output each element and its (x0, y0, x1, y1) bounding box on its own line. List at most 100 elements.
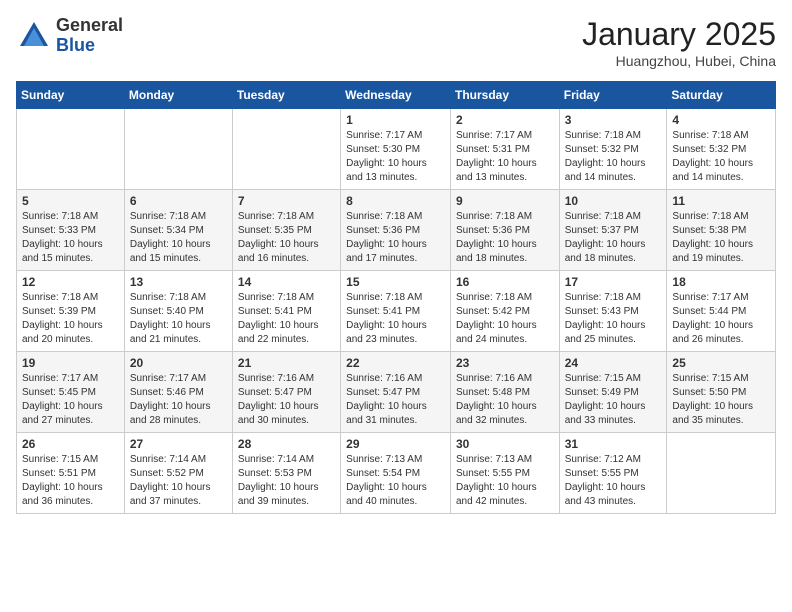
day-number: 4 (672, 113, 770, 127)
day-number: 26 (22, 437, 119, 451)
day-number: 3 (565, 113, 662, 127)
calendar-cell: 9Sunrise: 7:18 AMSunset: 5:36 PMDaylight… (450, 190, 559, 271)
day-number: 30 (456, 437, 554, 451)
logo-icon (16, 18, 52, 54)
day-detail: Sunrise: 7:18 AMSunset: 5:33 PMDaylight:… (22, 210, 119, 266)
day-number: 1 (346, 113, 445, 127)
day-detail: Sunrise: 7:18 AMSunset: 5:42 PMDaylight:… (456, 291, 554, 347)
day-number: 8 (346, 194, 445, 208)
logo-text: General Blue (56, 16, 123, 56)
day-number: 27 (130, 437, 227, 451)
day-detail: Sunrise: 7:18 AMSunset: 5:39 PMDaylight:… (22, 291, 119, 347)
month-title: January 2025 (582, 16, 776, 53)
day-detail: Sunrise: 7:12 AMSunset: 5:55 PMDaylight:… (565, 453, 662, 509)
weekday-header: Saturday (667, 82, 776, 109)
day-number: 15 (346, 275, 445, 289)
day-detail: Sunrise: 7:18 AMSunset: 5:36 PMDaylight:… (346, 210, 445, 266)
day-detail: Sunrise: 7:18 AMSunset: 5:32 PMDaylight:… (565, 129, 662, 185)
day-number: 13 (130, 275, 227, 289)
calendar-cell: 30 Sunrise: 7:13 AMSunset: 5:55 PMDayligh… (450, 433, 559, 514)
calendar-cell: 15 Sunrise: 7:18 AMSunset: 5:41 PMDayligh… (341, 271, 451, 352)
day-detail: Sunrise: 7:17 AMSunset: 5:46 PMDaylight:… (130, 372, 227, 428)
day-detail: Sunrise: 7:17 AMSunset: 5:31 PMDaylight:… (456, 129, 554, 185)
day-number: 11 (672, 194, 770, 208)
day-number: 5 (22, 194, 119, 208)
day-number: 14 (238, 275, 335, 289)
calendar-cell: 17Sunrise: 7:18 AMSunset: 5:43 PMDayligh… (559, 271, 667, 352)
calendar-cell: 16 Sunrise: 7:18 AMSunset: 5:42 PMDayligh… (450, 271, 559, 352)
day-detail: Sunrise: 7:16 AMSunset: 5:47 PMDaylight:… (238, 372, 335, 428)
page-header: General Blue January 2025 Huangzhou, Hub… (16, 16, 776, 69)
calendar-week-row: 26 Sunrise: 7:15 AMSunset: 5:51 PMDayligh… (17, 433, 776, 514)
calendar-cell: 28 Sunrise: 7:14 AMSunset: 5:53 PMDayligh… (232, 433, 340, 514)
calendar-week-row: 19 Sunrise: 7:17 AMSunset: 5:45 PMDayligh… (17, 352, 776, 433)
day-detail: Sunrise: 7:16 AMSunset: 5:48 PMDaylight:… (456, 372, 554, 428)
calendar-cell (124, 109, 232, 190)
day-number: 25 (672, 356, 770, 370)
calendar-cell: 4Sunrise: 7:18 AMSunset: 5:32 PMDaylight… (667, 109, 776, 190)
day-detail: Sunrise: 7:18 AMSunset: 5:38 PMDaylight:… (672, 210, 770, 266)
day-number: 22 (346, 356, 445, 370)
day-number: 31 (565, 437, 662, 451)
day-detail: Sunrise: 7:16 AMSunset: 5:47 PMDaylight:… (346, 372, 445, 428)
day-number: 24 (565, 356, 662, 370)
day-number: 20 (130, 356, 227, 370)
calendar-cell: 22 Sunrise: 7:16 AMSunset: 5:47 PMDayligh… (341, 352, 451, 433)
day-number: 19 (22, 356, 119, 370)
calendar-cell: 19 Sunrise: 7:17 AMSunset: 5:45 PMDayligh… (17, 352, 125, 433)
day-number: 10 (565, 194, 662, 208)
day-detail: Sunrise: 7:17 AMSunset: 5:44 PMDaylight:… (672, 291, 770, 347)
calendar-cell: 2 Sunrise: 7:17 AMSunset: 5:31 PMDaylight… (450, 109, 559, 190)
day-detail: Sunrise: 7:18 AMSunset: 5:40 PMDaylight:… (130, 291, 227, 347)
calendar-cell: 21 Sunrise: 7:16 AMSunset: 5:47 PMDayligh… (232, 352, 340, 433)
day-number: 2 (456, 113, 554, 127)
day-number: 6 (130, 194, 227, 208)
day-detail: Sunrise: 7:14 AMSunset: 5:52 PMDaylight:… (130, 453, 227, 509)
calendar-cell: 3 Sunrise: 7:18 AMSunset: 5:32 PMDaylight… (559, 109, 667, 190)
day-detail: Sunrise: 7:14 AMSunset: 5:53 PMDaylight:… (238, 453, 335, 509)
day-number: 28 (238, 437, 335, 451)
day-number: 12 (22, 275, 119, 289)
day-number: 9 (456, 194, 554, 208)
calendar-cell: 7Sunrise: 7:18 AMSunset: 5:35 PMDaylight… (232, 190, 340, 271)
calendar-cell: 18 Sunrise: 7:17 AMSunset: 5:44 PMDayligh… (667, 271, 776, 352)
day-number: 21 (238, 356, 335, 370)
weekday-header: Tuesday (232, 82, 340, 109)
logo: General Blue (16, 16, 123, 56)
day-detail: Sunrise: 7:15 AMSunset: 5:51 PMDaylight:… (22, 453, 119, 509)
calendar-cell: 6Sunrise: 7:18 AMSunset: 5:34 PMDaylight… (124, 190, 232, 271)
day-detail: Sunrise: 7:18 AMSunset: 5:37 PMDaylight:… (565, 210, 662, 266)
day-detail: Sunrise: 7:13 AMSunset: 5:55 PMDaylight:… (456, 453, 554, 509)
calendar-week-row: 1Sunrise: 7:17 AMSunset: 5:30 PMDaylight… (17, 109, 776, 190)
logo-blue: Blue (56, 36, 123, 56)
day-number: 18 (672, 275, 770, 289)
calendar-cell: 10 Sunrise: 7:18 AMSunset: 5:37 PMDayligh… (559, 190, 667, 271)
calendar-header-row: SundayMondayTuesdayWednesdayThursdayFrid… (17, 82, 776, 109)
weekday-header: Friday (559, 82, 667, 109)
calendar-cell: 5 Sunrise: 7:18 AMSunset: 5:33 PMDaylight… (17, 190, 125, 271)
calendar-cell: 23 Sunrise: 7:16 AMSunset: 5:48 PMDayligh… (450, 352, 559, 433)
day-detail: Sunrise: 7:17 AMSunset: 5:45 PMDaylight:… (22, 372, 119, 428)
calendar-cell: 12 Sunrise: 7:18 AMSunset: 5:39 PMDayligh… (17, 271, 125, 352)
day-number: 16 (456, 275, 554, 289)
weekday-header: Monday (124, 82, 232, 109)
calendar-week-row: 12 Sunrise: 7:18 AMSunset: 5:39 PMDayligh… (17, 271, 776, 352)
calendar-cell: 13 Sunrise: 7:18 AMSunset: 5:40 PMDayligh… (124, 271, 232, 352)
day-detail: Sunrise: 7:18 AMSunset: 5:41 PMDaylight:… (346, 291, 445, 347)
day-number: 23 (456, 356, 554, 370)
calendar-cell: 24Sunrise: 7:15 AMSunset: 5:49 PMDayligh… (559, 352, 667, 433)
calendar-cell: 11 Sunrise: 7:18 AMSunset: 5:38 PMDayligh… (667, 190, 776, 271)
day-detail: Sunrise: 7:18 AMSunset: 5:41 PMDaylight:… (238, 291, 335, 347)
day-detail: Sunrise: 7:15 AMSunset: 5:50 PMDaylight:… (672, 372, 770, 428)
weekday-header: Wednesday (341, 82, 451, 109)
calendar-cell: 26 Sunrise: 7:15 AMSunset: 5:51 PMDayligh… (17, 433, 125, 514)
calendar-cell: 31 Sunrise: 7:12 AMSunset: 5:55 PMDayligh… (559, 433, 667, 514)
calendar-cell: 27 Sunrise: 7:14 AMSunset: 5:52 PMDayligh… (124, 433, 232, 514)
calendar-cell: 20 Sunrise: 7:17 AMSunset: 5:46 PMDayligh… (124, 352, 232, 433)
logo-general: General (56, 16, 123, 36)
day-number: 7 (238, 194, 335, 208)
day-detail: Sunrise: 7:13 AMSunset: 5:54 PMDaylight:… (346, 453, 445, 509)
calendar-cell: 1Sunrise: 7:17 AMSunset: 5:30 PMDaylight… (341, 109, 451, 190)
weekday-header: Thursday (450, 82, 559, 109)
location: Huangzhou, Hubei, China (582, 53, 776, 69)
